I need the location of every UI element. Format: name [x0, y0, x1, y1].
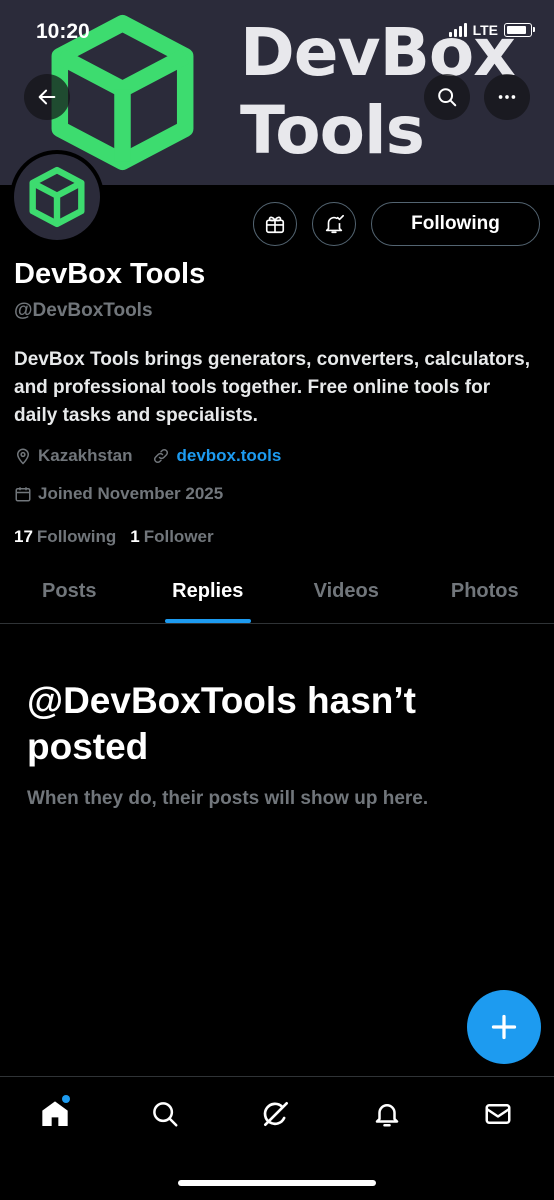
- location-text: Kazakhstan: [38, 446, 132, 466]
- location: Kazakhstan: [14, 446, 132, 466]
- empty-state-title: @DevBoxTools hasn’t posted: [27, 678, 537, 770]
- tab-replies[interactable]: Replies: [139, 560, 278, 623]
- home-indicator: [178, 1180, 376, 1186]
- grok-icon: [260, 1098, 292, 1130]
- gift-button[interactable]: [253, 202, 297, 246]
- handle: @DevBoxTools: [14, 300, 153, 322]
- more-button[interactable]: [484, 74, 530, 120]
- display-name: DevBox Tools: [14, 258, 205, 291]
- cube-avatar-icon: [25, 165, 89, 229]
- bell-icon: [372, 1099, 402, 1129]
- notification-dot: [62, 1095, 70, 1103]
- gift-icon: [264, 213, 286, 235]
- search-icon: [436, 86, 458, 108]
- joined-text: Joined November 2025: [38, 484, 223, 504]
- nav-messages[interactable]: [468, 1093, 528, 1135]
- link-icon: [152, 447, 170, 465]
- bio: DevBox Tools brings generators, converte…: [14, 346, 534, 430]
- battery-icon: [504, 23, 532, 37]
- status-time: 10:20: [36, 20, 90, 44]
- followers-count[interactable]: 1 Follower: [130, 527, 213, 547]
- status-indicators: LTE: [449, 22, 532, 38]
- back-button[interactable]: [24, 74, 70, 120]
- followers-label: Follower: [144, 527, 214, 546]
- tab-posts[interactable]: Posts: [0, 560, 139, 623]
- search-icon: [150, 1099, 180, 1129]
- location-pin-icon: [14, 447, 32, 465]
- avatar[interactable]: [10, 150, 104, 244]
- following-label: Following: [37, 527, 116, 546]
- following-number: 17: [14, 527, 33, 546]
- plus-icon: [490, 1013, 518, 1041]
- notify-button[interactable]: [312, 202, 356, 246]
- mail-icon: [483, 1099, 513, 1129]
- profile-meta-row: Kazakhstan devbox.tools: [14, 446, 281, 466]
- arrow-left-icon: [36, 86, 58, 108]
- nav-notifications[interactable]: [357, 1093, 417, 1135]
- tab-videos[interactable]: Videos: [277, 560, 416, 623]
- joined-date: Joined November 2025: [14, 484, 223, 504]
- empty-state-subtitle: When they do, their posts will show up h…: [27, 788, 428, 810]
- followers-number: 1: [130, 527, 139, 546]
- nav-search[interactable]: [135, 1093, 195, 1135]
- follow-counts: 17Following 1 Follower: [14, 527, 214, 547]
- following-button[interactable]: Following: [371, 202, 540, 246]
- calendar-icon: [14, 485, 32, 503]
- nav-home[interactable]: [25, 1093, 85, 1135]
- joined-row: Joined November 2025: [14, 484, 223, 504]
- website-link[interactable]: devbox.tools: [176, 446, 281, 466]
- network-type: LTE: [473, 22, 498, 38]
- bell-plus-icon: [323, 213, 345, 235]
- tab-photos[interactable]: Photos: [416, 560, 554, 623]
- profile-tabs: Posts Replies Videos Photos: [0, 560, 554, 624]
- signal-icon: [449, 23, 467, 37]
- website[interactable]: devbox.tools: [152, 446, 281, 466]
- profile-search-button[interactable]: [424, 74, 470, 120]
- more-icon: [496, 86, 518, 108]
- compose-button[interactable]: [467, 990, 541, 1064]
- banner-title-line2: Tools: [240, 92, 515, 170]
- nav-grok[interactable]: [246, 1093, 306, 1135]
- following-count[interactable]: 17Following: [14, 527, 116, 547]
